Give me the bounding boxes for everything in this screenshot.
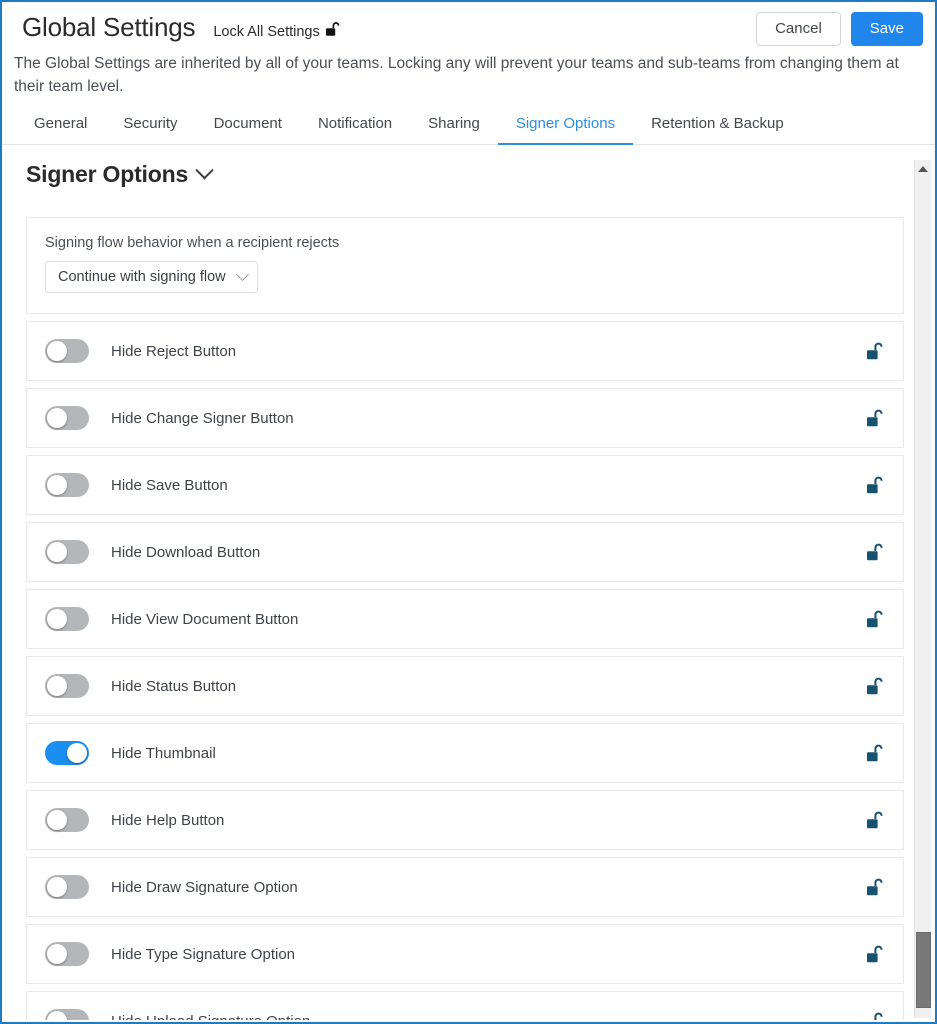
toggle-knob <box>47 944 67 964</box>
toggle-knob <box>47 1011 67 1020</box>
unlocked-padlock-icon[interactable] <box>865 676 885 697</box>
setting-row-content: Hide Thumbnail <box>27 724 903 782</box>
tab-general[interactable]: General <box>16 115 105 145</box>
setting-row-content: Hide View Document Button <box>27 590 903 648</box>
tab-signer-options[interactable]: Signer Options <box>497 115 634 145</box>
unlocked-padlock-icon[interactable] <box>865 1011 885 1020</box>
unlocked-padlock-icon[interactable] <box>865 475 885 496</box>
setting-row-content: Hide Help Button <box>27 791 903 849</box>
setting-row-content: Hide Change Signer Button <box>27 389 903 447</box>
toggle-knob <box>47 877 67 897</box>
setting-label: Hide Change Signer Button <box>111 409 294 427</box>
setting-row: Hide Download Button <box>26 522 904 582</box>
toggle-knob <box>47 542 67 562</box>
scrollbar-thumb[interactable] <box>916 932 931 1008</box>
setting-row-content: Hide Status Button <box>27 657 903 715</box>
setting-label: Hide View Document Button <box>111 610 299 628</box>
unlocked-padlock-icon[interactable] <box>865 743 885 764</box>
setting-toggle[interactable] <box>45 540 89 564</box>
page-section-title: Signer Options <box>26 161 189 187</box>
reject-behavior-selected-value: Continue with signing flow <box>58 269 226 285</box>
setting-row-content: Hide Upload Signature Option <box>27 992 903 1020</box>
page-header: Global Settings Lock All Settings Cancel… <box>2 2 935 48</box>
setting-toggle[interactable] <box>45 741 89 765</box>
page-description: The Global Settings are inherited by all… <box>14 55 899 95</box>
settings-list: Signing flow behavior when a recipient r… <box>26 217 904 1020</box>
setting-row: Hide Type Signature Option <box>26 924 904 984</box>
reject-behavior-select[interactable]: Continue with signing flow <box>45 261 258 293</box>
setting-toggle[interactable] <box>45 607 89 631</box>
setting-toggle[interactable] <box>45 1009 89 1020</box>
setting-label: Hide Type Signature Option <box>111 945 296 963</box>
lock-all-settings-toggle[interactable]: Lock All Settings <box>213 21 340 43</box>
reject-behavior-card: Signing flow behavior when a recipient r… <box>26 217 904 314</box>
setting-label: Hide Help Button <box>111 811 225 829</box>
chevron-down-icon[interactable] <box>195 161 214 180</box>
toggle-knob <box>67 743 87 763</box>
settings-tabs: General Security Document Notification Shari… <box>2 98 935 145</box>
unlocked-padlock-icon[interactable] <box>865 877 885 898</box>
setting-toggle[interactable] <box>45 339 89 363</box>
scroll-up-arrow-icon[interactable] <box>915 160 931 177</box>
unlocked-padlock-icon[interactable] <box>865 341 885 362</box>
toggle-knob <box>47 676 67 696</box>
setting-toggle[interactable] <box>45 808 89 832</box>
setting-row-content: Hide Type Signature Option <box>27 925 903 983</box>
toggle-knob <box>47 609 67 629</box>
setting-row: Hide Upload Signature Option <box>26 991 904 1020</box>
setting-row: Hide Help Button <box>26 790 904 850</box>
toggle-knob <box>47 475 67 495</box>
unlocked-padlock-icon <box>325 21 341 43</box>
page-title: Global Settings <box>22 12 196 42</box>
toggle-rows: Hide Reject Button Hide Change Signer But… <box>26 321 904 1020</box>
unlocked-padlock-icon[interactable] <box>865 944 885 965</box>
settings-scroll-area: Signing flow behavior when a recipient r… <box>4 217 933 1020</box>
tab-notification[interactable]: Notification <box>300 115 410 145</box>
tab-retention-backup[interactable]: Retention & Backup <box>633 115 802 145</box>
reject-behavior-label: Signing flow behavior when a recipient r… <box>45 235 340 251</box>
toggle-knob <box>47 408 67 428</box>
setting-row: Hide Draw Signature Option <box>26 857 904 917</box>
toggle-knob <box>47 341 67 361</box>
setting-label: Hide Upload Signature Option <box>111 1013 865 1021</box>
setting-label: Hide Download Button <box>111 543 261 561</box>
section-header[interactable]: Signer Options <box>2 145 935 196</box>
vertical-scrollbar[interactable] <box>914 160 931 1018</box>
setting-toggle[interactable] <box>45 473 89 497</box>
setting-toggle[interactable] <box>45 674 89 698</box>
unlocked-padlock-icon[interactable] <box>865 609 885 630</box>
setting-toggle[interactable] <box>45 875 89 899</box>
tab-security[interactable]: Security <box>105 115 195 145</box>
setting-label: Hide Thumbnail <box>111 744 216 762</box>
global-settings-page: Global Settings Lock All Settings Cancel… <box>0 0 937 1024</box>
setting-label: Hide Draw Signature Option <box>111 878 298 896</box>
save-button[interactable]: Save <box>850 12 923 46</box>
setting-row-content: Hide Download Button <box>27 523 903 581</box>
setting-row-content: Hide Draw Signature Option <box>27 858 903 916</box>
setting-row: Hide Save Button <box>26 455 904 515</box>
setting-row: Hide Change Signer Button <box>26 388 904 448</box>
setting-row: Hide Thumbnail <box>26 723 904 783</box>
setting-toggle[interactable] <box>45 942 89 966</box>
setting-row-content: Hide Reject Button <box>27 322 903 380</box>
unlocked-padlock-icon[interactable] <box>865 408 885 429</box>
header-actions: Cancel Save <box>756 12 923 46</box>
toggle-knob <box>47 810 67 830</box>
tab-sharing[interactable]: Sharing <box>410 115 498 145</box>
cancel-button[interactable]: Cancel <box>756 12 841 46</box>
setting-label: Hide Save Button <box>111 476 228 494</box>
setting-row: Hide Reject Button <box>26 321 904 381</box>
unlocked-padlock-icon[interactable] <box>865 542 885 563</box>
setting-row-content: Hide Save Button <box>27 456 903 514</box>
setting-label: Hide Reject Button <box>111 342 237 360</box>
setting-row: Hide View Document Button <box>26 589 904 649</box>
lock-all-settings-label: Lock All Settings <box>213 24 320 40</box>
chevron-down-icon <box>235 267 249 281</box>
setting-label: Hide Status Button <box>111 677 237 695</box>
setting-toggle[interactable] <box>45 406 89 430</box>
setting-row: Hide Status Button <box>26 656 904 716</box>
tab-document[interactable]: Document <box>196 115 300 145</box>
unlocked-padlock-icon[interactable] <box>865 810 885 831</box>
